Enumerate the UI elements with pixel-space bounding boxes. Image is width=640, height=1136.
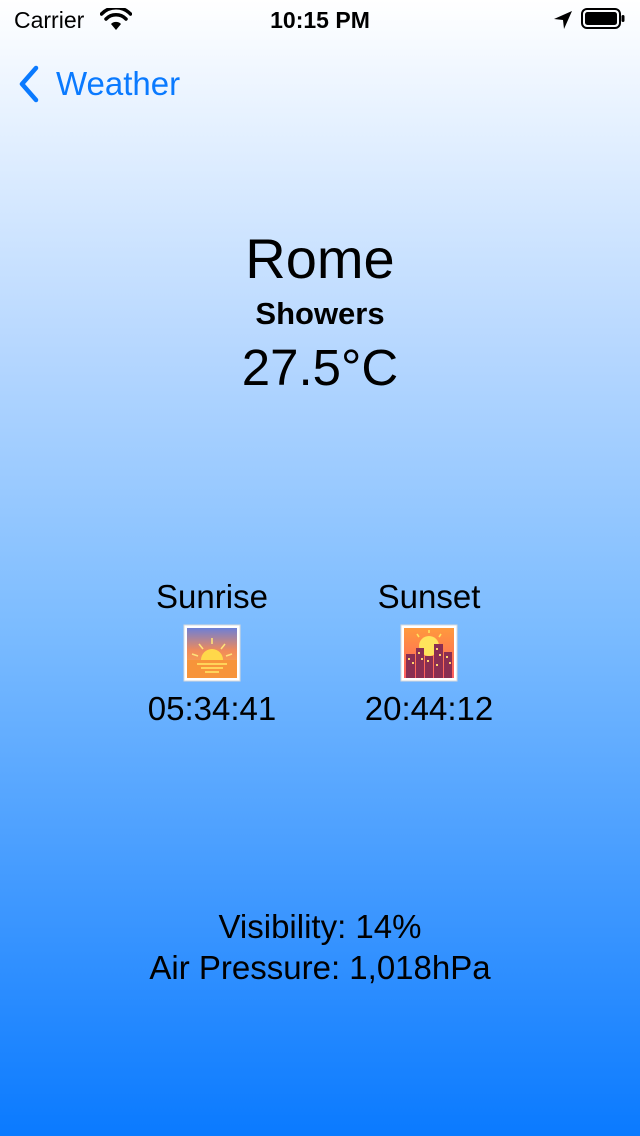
status-bar: Carrier 10:15 PM: [0, 0, 640, 40]
battery-icon: [581, 8, 625, 29]
sunrise-title: Sunrise: [156, 578, 268, 615]
temperature: 27.5°C: [241, 339, 399, 396]
back-button-label: Weather: [56, 65, 181, 102]
air-pressure-label: Air Pressure: 1,018hPa: [149, 949, 491, 986]
sunset-time: 20:44:12: [364, 690, 494, 727]
weather-condition: Showers: [255, 296, 385, 331]
status-time: 10:15 PM: [270, 7, 370, 33]
city-name: Rome: [245, 227, 395, 290]
sunrise-icon: [183, 624, 241, 682]
sunset-section: Sunset 20:44:12: [319, 578, 539, 728]
visibility-label: Visibility: 14%: [218, 908, 422, 945]
chevron-left-icon: [19, 65, 39, 103]
back-button[interactable]: Weather: [16, 62, 180, 106]
sunset-city-icon: [400, 624, 458, 682]
sunset-title: Sunset: [377, 578, 481, 615]
sunrise-section: Sunrise 05:34:41: [102, 578, 322, 728]
location-arrow-icon: [554, 11, 572, 29]
sunrise-time: 05:34:41: [147, 690, 277, 727]
